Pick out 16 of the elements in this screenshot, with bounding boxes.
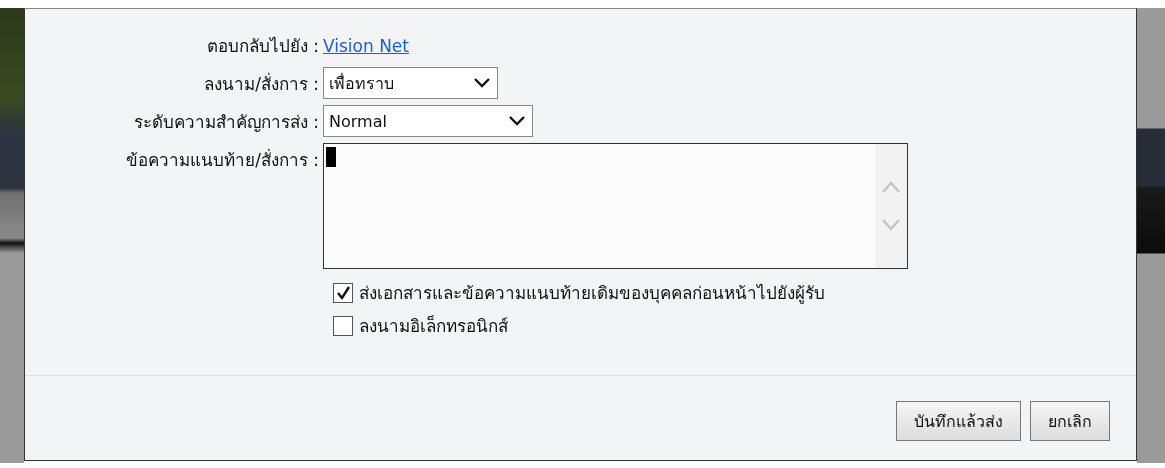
field-label: ตอบกลับไปยัง : bbox=[205, 35, 320, 58]
checkbox-label: ลงนามอิเล็กทรอนิกส์ bbox=[359, 314, 508, 338]
cancel-button[interactable]: ยกเลิก bbox=[1030, 401, 1110, 441]
field-label: ระดับความสำคัญการส่ง : bbox=[132, 111, 320, 134]
checkbox[interactable] bbox=[333, 315, 353, 336]
save-send-button[interactable]: บันทึกแล้วส่ง bbox=[896, 401, 1021, 441]
checkbox[interactable] bbox=[333, 282, 353, 303]
chevron-down-icon bbox=[508, 115, 526, 127]
field-label: ข้อความแนบท้าย/สั่งการ : bbox=[125, 147, 320, 172]
dropdown[interactable]: เพื่อทราบ bbox=[323, 67, 498, 99]
reply-link[interactable]: Vision Net bbox=[323, 29, 409, 63]
text-cursor bbox=[326, 147, 336, 167]
chevron-down-icon bbox=[473, 77, 491, 89]
dropdown[interactable]: Normal bbox=[323, 105, 533, 137]
checkbox-label: ส่งเอกสารและข้อความแนบท้ายเดิมของบุคคลก่อนหน้าไปยังผู้รับ bbox=[359, 282, 825, 306]
field-label: ลงนาม/สั่งการ : bbox=[203, 71, 320, 96]
